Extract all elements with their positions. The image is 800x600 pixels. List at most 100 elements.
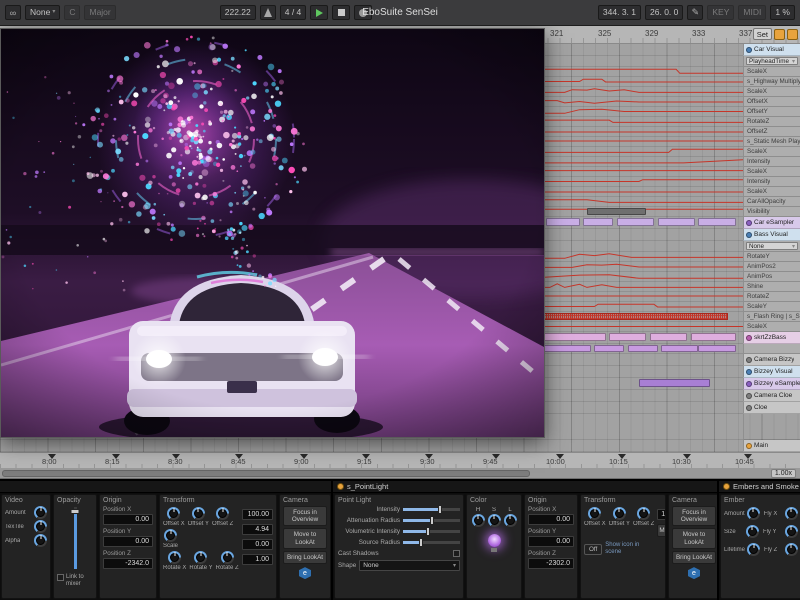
lane-name-cell[interactable]: CarAllOpacity xyxy=(743,197,800,207)
lane-name-cell[interactable]: s_Static Mesh Player xyxy=(743,137,800,147)
clip[interactable] xyxy=(539,333,606,341)
lane-name-cell[interactable]: Car Visual xyxy=(743,44,800,56)
lane-content[interactable] xyxy=(0,440,743,452)
clip[interactable] xyxy=(609,333,646,341)
device-title-bar[interactable]: Embers and Smoke xyxy=(719,481,800,493)
lane-name-cell[interactable]: Intensity xyxy=(743,177,800,187)
lane-name-cell[interactable]: ScaleX xyxy=(743,67,800,77)
lane-name-cell[interactable]: AnimPos2 xyxy=(743,262,800,272)
lane-name-cell[interactable]: OffsetZ xyxy=(743,127,800,137)
automation-chooser[interactable]: None▾ xyxy=(746,242,798,250)
locator-marker-icon[interactable] xyxy=(112,454,120,459)
transform-value[interactable]: 100.00 xyxy=(242,509,273,520)
scale-root-box[interactable]: C xyxy=(64,5,80,20)
knob-fly-x[interactable]: Fly X xyxy=(764,507,798,520)
lane-name-cell[interactable]: ScaleY xyxy=(743,302,800,312)
lane-name-cell[interactable]: Cloe xyxy=(743,402,800,414)
clip[interactable] xyxy=(587,208,646,215)
horizontal-scrollbar[interactable]: 1.00x xyxy=(0,468,800,479)
locator-marker-icon[interactable] xyxy=(300,454,308,459)
knob-amount[interactable]: Amount xyxy=(5,506,47,519)
locator-marker-icon[interactable] xyxy=(235,454,243,459)
lane-name-cell[interactable]: Intensity xyxy=(743,157,800,167)
lane-name-cell[interactable]: Shine xyxy=(743,282,800,292)
knob-lifetime[interactable]: Lifetime xyxy=(724,543,760,556)
camera-focus-in-overview-button[interactable]: Focus in Overview xyxy=(283,506,327,526)
camera-move-to-lookat-button[interactable]: Move to LookAt xyxy=(283,528,327,548)
device-embers[interactable]: Embers and Smoke Ember AmountFly XSizeFl… xyxy=(719,481,800,600)
origin-field-value[interactable]: 0.00 xyxy=(528,514,574,525)
zoom-level[interactable]: 1.00x xyxy=(771,469,796,478)
knob-scale[interactable]: Scale xyxy=(163,529,178,549)
multiply-button[interactable]: Multiply xyxy=(657,524,666,537)
clip[interactable] xyxy=(617,218,654,226)
locator-marker-icon[interactable] xyxy=(362,454,370,459)
loop-marker-icon[interactable] xyxy=(774,29,785,40)
device-pointlight[interactable]: s_PointLight Point Light IntensityAttenu… xyxy=(333,481,719,600)
lane-name-cell[interactable]: RotateZ xyxy=(743,292,800,302)
lane-name-cell[interactable]: Bizzey eSampler xyxy=(743,378,800,390)
slider-intensity[interactable] xyxy=(403,508,460,511)
knob-fly-y[interactable]: Fly Y xyxy=(763,525,798,538)
slider-source-radius[interactable] xyxy=(403,541,460,544)
clip[interactable] xyxy=(698,218,735,226)
loop-length[interactable]: 26. 0. 0 xyxy=(645,5,683,20)
lane-name-cell[interactable]: s_Highway MultiplyPos xyxy=(743,77,800,87)
link-to-mixer-checkbox[interactable] xyxy=(57,574,64,581)
set-locator[interactable]: Set xyxy=(753,28,772,40)
tempo-display[interactable]: 222.22 xyxy=(220,5,256,20)
locator-marker-icon[interactable] xyxy=(172,454,180,459)
knob-offset-y[interactable]: Offset Y xyxy=(609,507,630,538)
midi-map-button[interactable]: MIDI xyxy=(738,5,766,20)
time-ruler[interactable]: 8:008:158:308:459:009:159:309:4510:0010:… xyxy=(0,452,800,468)
knob-offset-x[interactable]: Offset X xyxy=(584,507,606,538)
knob-fly-z[interactable]: Fly Z xyxy=(764,543,798,556)
lane-name-cell[interactable] xyxy=(743,414,800,440)
locator-marker-icon[interactable] xyxy=(48,454,56,459)
knob-h[interactable]: H xyxy=(472,507,485,527)
locator-marker-icon[interactable] xyxy=(425,454,433,459)
clip[interactable] xyxy=(546,218,579,226)
lane-name-cell[interactable]: ScaleX xyxy=(743,147,800,157)
knob-rotate-y[interactable]: Rotate Y xyxy=(189,551,212,571)
link-icon[interactable]: ∞ xyxy=(5,5,21,20)
knob-rotate-x[interactable]: Rotate X xyxy=(163,551,186,571)
clip[interactable] xyxy=(698,345,735,352)
camera-bring-lookat-button[interactable]: Bring LookAt xyxy=(672,551,716,564)
key-map-button[interactable]: KEY xyxy=(707,5,734,20)
automation-noise-band[interactable] xyxy=(535,313,728,320)
lane-name-cell[interactable]: RotateZ xyxy=(743,117,800,127)
device-title-bar[interactable]: s_PointLight xyxy=(333,481,717,493)
origin-field-value[interactable]: -2302.0 xyxy=(528,558,574,569)
knob-alpha[interactable]: Alpha xyxy=(5,534,47,547)
knob-amount[interactable]: Amount xyxy=(724,507,760,520)
lane-name-cell[interactable]: ScaleX xyxy=(743,87,800,97)
lane-name-cell[interactable]: AnimPos xyxy=(743,272,800,282)
knob-offset-z[interactable]: Offset Z xyxy=(212,507,233,527)
locator-marker-icon[interactable] xyxy=(618,454,626,459)
knob-offset-x[interactable]: Offset X xyxy=(163,507,185,527)
camera-focus-in-overview-button[interactable]: Focus in Overview xyxy=(672,506,716,526)
lane-name-cell[interactable] xyxy=(743,344,800,354)
slider-handle[interactable] xyxy=(430,516,434,525)
lane-name-cell[interactable]: RotateY xyxy=(743,252,800,262)
device-title-bar[interactable] xyxy=(0,481,331,493)
knob-textile[interactable]: TexTile xyxy=(5,520,47,533)
knob-offset-z[interactable]: Offset Z xyxy=(633,507,654,538)
lane-name-cell[interactable]: ScaleX xyxy=(743,167,800,177)
locator-marker-icon[interactable] xyxy=(556,454,564,459)
lane-name-cell[interactable]: OffsetX xyxy=(743,97,800,107)
lane-name-cell[interactable]: Bizzey Visual xyxy=(743,366,800,378)
lane-name-cell[interactable]: Main xyxy=(743,440,800,452)
camera-move-to-lookat-button[interactable]: Move to LookAt xyxy=(672,528,716,548)
knob-l[interactable]: L xyxy=(504,507,517,527)
automation-chooser[interactable]: PlayheadTime▾ xyxy=(746,57,798,65)
origin-field-value[interactable]: 0.00 xyxy=(103,536,153,547)
locator-marker-icon[interactable] xyxy=(683,454,691,459)
locator-marker-icon[interactable] xyxy=(492,454,500,459)
slider-attenuation-radius[interactable] xyxy=(403,519,460,522)
lane-name-cell[interactable]: ScaleX xyxy=(743,187,800,197)
transform-value[interactable]: 0.00 xyxy=(242,539,273,550)
locator-marker-icon[interactable] xyxy=(744,454,752,459)
clip[interactable] xyxy=(539,345,591,352)
